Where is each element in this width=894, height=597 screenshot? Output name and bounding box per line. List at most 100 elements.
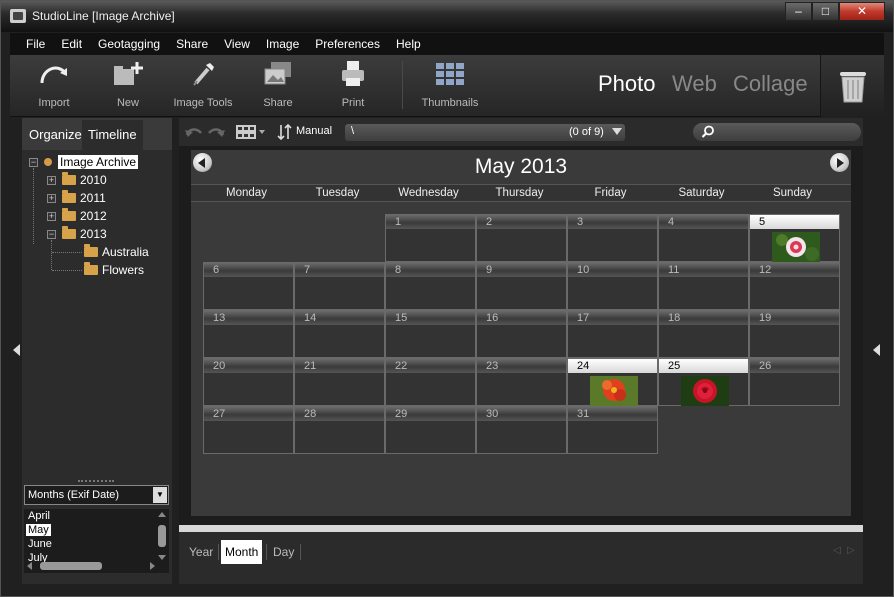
mode-web[interactable]: Web — [672, 71, 717, 97]
chevron-down-icon[interactable]: ▼ — [153, 487, 167, 503]
tree-item-2010[interactable]: + 2010 — [47, 171, 107, 189]
import-button[interactable]: Import — [19, 59, 89, 109]
menu-file[interactable]: File — [26, 37, 45, 51]
calendar-day-cell[interactable]: 3 — [567, 214, 658, 262]
share-label: Share — [263, 97, 293, 109]
calendar-day-number: 27 — [213, 408, 226, 420]
calendar-day-cell[interactable]: 29 — [385, 406, 476, 454]
tree-item-australia[interactable]: Australia — [84, 243, 149, 261]
calendar-day-header: 26 — [750, 359, 839, 373]
tab-year[interactable]: Year — [185, 540, 217, 564]
calendar-day-cell[interactable]: 25 — [658, 358, 749, 406]
panel-splitter[interactable] — [78, 480, 114, 483]
maximize-button[interactable]: □ — [812, 2, 839, 21]
collapse-left-arrow-icon[interactable] — [13, 344, 20, 356]
list-item-april[interactable]: April — [26, 510, 52, 522]
tree-item-2011[interactable]: + 2011 — [47, 189, 106, 207]
scroll-left-icon[interactable]: ◁ — [833, 545, 841, 556]
menu-preferences[interactable]: Preferences — [315, 37, 380, 51]
expand-toggle-icon[interactable]: + — [47, 175, 56, 185]
minimize-button[interactable]: – — [785, 2, 812, 21]
tree-item-2012[interactable]: + 2012 — [47, 207, 107, 225]
calendar-day-cell[interactable]: 12 — [749, 262, 840, 310]
calendar-day-cell[interactable]: 8 — [385, 262, 476, 310]
calendar-day-cell[interactable]: 14 — [294, 310, 385, 358]
tree-item-flowers[interactable]: Flowers — [84, 261, 144, 279]
list-item-june[interactable]: June — [26, 538, 54, 550]
photo-thumbnail[interactable] — [681, 376, 729, 406]
calendar-day-cell[interactable]: 26 — [749, 358, 840, 406]
calendar-day-cell[interactable]: 11 — [658, 262, 749, 310]
calendar-day-cell[interactable]: 7 — [294, 262, 385, 310]
calendar-day-cell[interactable]: 17 — [567, 310, 658, 358]
calendar-day-cell[interactable]: 30 — [476, 406, 567, 454]
mode-photo[interactable]: Photo — [598, 71, 656, 97]
vertical-scrollbar[interactable] — [157, 511, 167, 561]
expand-toggle-icon[interactable]: + — [47, 211, 56, 221]
list-item-may[interactable]: May — [26, 524, 51, 536]
grouping-select[interactable]: Months (Exif Date) ▼ — [24, 485, 169, 505]
tree-root[interactable]: − Image Archive — [29, 153, 139, 171]
menu-help[interactable]: Help — [396, 37, 421, 51]
collapse-toggle-icon[interactable]: − — [29, 157, 38, 167]
mode-collage[interactable]: Collage — [733, 71, 808, 97]
menu-edit[interactable]: Edit — [61, 37, 82, 51]
share-button[interactable]: Share — [243, 59, 313, 109]
search-input[interactable] — [693, 123, 861, 141]
new-button[interactable]: New — [93, 59, 163, 109]
calendar-day-cell[interactable]: 21 — [294, 358, 385, 406]
path-bar[interactable]: \ (0 of 9) — [345, 124, 625, 141]
collapse-right-arrow-icon[interactable] — [873, 344, 880, 356]
archive-icon — [44, 158, 52, 166]
expand-toggle-icon[interactable]: + — [47, 193, 56, 203]
horizontal-scrollbar[interactable] — [26, 561, 156, 571]
sort-mode-label[interactable]: Manual — [296, 125, 332, 137]
photo-thumbnail[interactable] — [590, 376, 638, 406]
calendar-day-cell[interactable]: 4 — [658, 214, 749, 262]
menu-geotagging[interactable]: Geotagging — [98, 37, 160, 51]
calendar-day-cell[interactable]: 9 — [476, 262, 567, 310]
tab-timeline[interactable]: Timeline — [82, 120, 143, 150]
thumbnails-button[interactable]: Thumbnails — [415, 59, 485, 109]
calendar-day-cell[interactable]: 28 — [294, 406, 385, 454]
scroll-right-icon[interactable]: ▷ — [847, 545, 855, 556]
sort-icon[interactable] — [277, 123, 293, 141]
calendar-day-cell[interactable]: 15 — [385, 310, 476, 358]
weekday-label: Wednesday — [398, 187, 459, 199]
calendar-day-cell[interactable]: 31 — [567, 406, 658, 454]
calendar-day-cell[interactable]: 27 — [203, 406, 294, 454]
trash-button[interactable] — [820, 55, 884, 117]
calendar-day-cell[interactable]: 10 — [567, 262, 658, 310]
next-month-button[interactable] — [830, 153, 849, 172]
calendar-day-number: 10 — [577, 264, 590, 276]
calendar-day-cell[interactable]: 20 — [203, 358, 294, 406]
calendar-day-cell[interactable]: 13 — [203, 310, 294, 358]
photo-thumbnail[interactable] — [772, 232, 820, 262]
calendar-day-cell[interactable]: 16 — [476, 310, 567, 358]
calendar-day-cell[interactable]: 2 — [476, 214, 567, 262]
weekday-label: Tuesday — [315, 187, 360, 199]
menu-view[interactable]: View — [224, 37, 250, 51]
image-tools-button[interactable]: Image Tools — [168, 59, 238, 109]
close-button[interactable]: ✕ — [839, 2, 885, 21]
calendar-day-cell[interactable]: 1 — [385, 214, 476, 262]
weekday-label: Thursday — [495, 187, 544, 199]
chevron-down-icon[interactable] — [612, 128, 622, 135]
menu-share[interactable]: Share — [176, 37, 208, 51]
view-grid-icon[interactable] — [235, 124, 267, 140]
calendar-day-cell[interactable]: 22 — [385, 358, 476, 406]
tab-organize[interactable]: Organize — [23, 120, 88, 150]
menu-image[interactable]: Image — [266, 37, 299, 51]
calendar-day-cell[interactable]: 19 — [749, 310, 840, 358]
calendar-day-cell[interactable]: 18 — [658, 310, 749, 358]
tree-item-2013[interactable]: − 2013 — [47, 225, 107, 243]
calendar-day-cell[interactable]: 5 — [749, 214, 840, 262]
tab-month[interactable]: Month — [221, 540, 263, 564]
calendar-day-cell[interactable]: 24 — [567, 358, 658, 406]
collapse-toggle-icon[interactable]: − — [47, 229, 56, 239]
print-button[interactable]: Print — [318, 59, 388, 109]
calendar-day-number: 16 — [486, 312, 499, 324]
calendar-day-cell[interactable]: 23 — [476, 358, 567, 406]
calendar-day-cell[interactable]: 6 — [203, 262, 294, 310]
tab-day[interactable]: Day — [269, 540, 298, 564]
